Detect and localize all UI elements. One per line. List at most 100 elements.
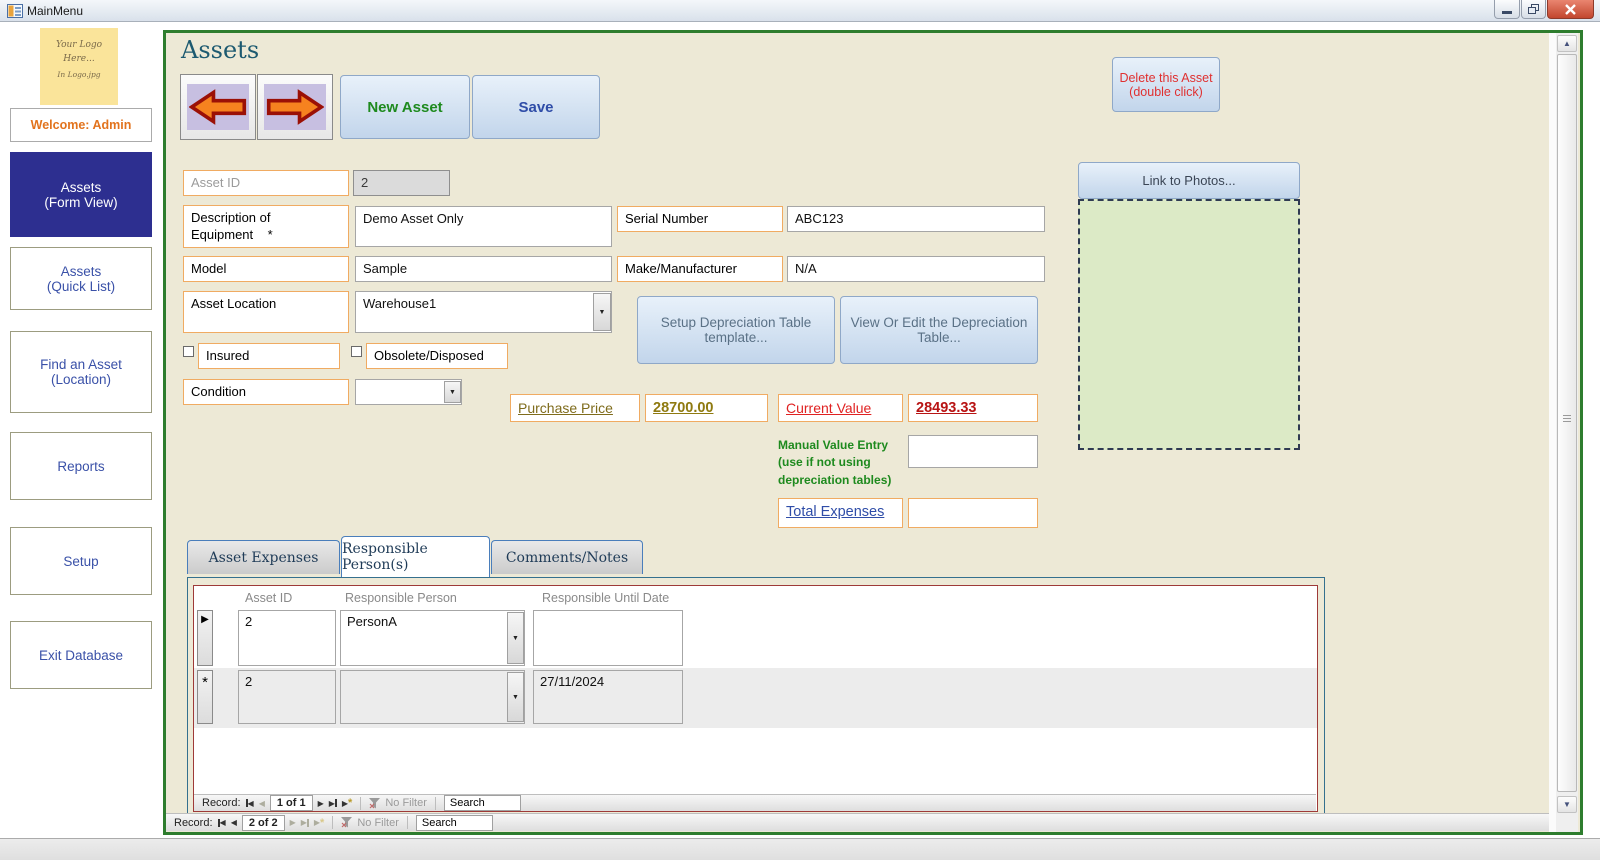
table-row2-asset-id[interactable]: 2 <box>238 670 336 724</box>
close-button[interactable] <box>1547 0 1594 19</box>
welcome-banner: Welcome: Admin <box>10 108 152 142</box>
asset-location-dropdown-button[interactable]: ▼ <box>593 293 611 331</box>
delete-asset-button[interactable]: Delete this Asset (double click) <box>1112 57 1220 112</box>
condition-label: Condition <box>183 379 349 405</box>
model-label: Model <box>183 256 349 282</box>
access-form-icon <box>7 4 23 18</box>
chevron-down-icon: ▼ <box>512 693 519 701</box>
manual-value-note: Manual Value Entry (use if not using dep… <box>778 438 892 487</box>
divider <box>434 796 436 810</box>
sidebar-item-assets-quick-list[interactable]: Assets (Quick List) <box>10 247 152 310</box>
manual-value-field[interactable] <box>908 435 1038 468</box>
next-record-nav-button[interactable]: ▶ <box>318 799 324 808</box>
tab-asset-expenses[interactable]: Asset Expenses <box>187 540 340 574</box>
chevron-down-icon: ▼ <box>512 634 519 642</box>
obsolete-checkbox[interactable] <box>351 346 362 357</box>
scroll-down-button[interactable]: ▼ <box>1557 796 1577 813</box>
row1-person-dropdown-button[interactable]: ▼ <box>507 612 524 664</box>
purchase-price-label: Purchase Price <box>510 394 640 422</box>
table-row2-person-combo[interactable] <box>340 670 525 724</box>
next-record-button[interactable] <box>257 74 333 140</box>
row-selector-current[interactable]: ▶ <box>197 610 213 666</box>
sidebar-item-reports[interactable]: Reports <box>10 432 152 500</box>
save-button[interactable]: Save <box>472 75 600 139</box>
setup-depreciation-button[interactable]: Setup Depreciation Table template... <box>637 296 835 364</box>
chevron-down-icon: ▼ <box>449 388 456 396</box>
divider <box>332 816 334 829</box>
logo-line2: Here... <box>63 54 95 64</box>
restore-button[interactable] <box>1521 0 1546 19</box>
new-record-button[interactable]: ▶ * <box>314 817 324 829</box>
scrollbar-thumb[interactable] <box>1557 54 1577 792</box>
total-expenses-label: Total Expenses <box>778 498 903 528</box>
previous-record-nav-button[interactable]: ◀ <box>231 818 237 827</box>
sidebar-item-setup[interactable]: Setup <box>10 527 152 595</box>
total-expenses-field[interactable] <box>908 498 1038 528</box>
table-row1-person-combo[interactable]: PersonA <box>340 610 525 666</box>
restore-icon <box>1528 4 1539 14</box>
sidebar-item-exit-database[interactable]: Exit Database <box>10 621 152 689</box>
scroll-up-button[interactable]: ▲ <box>1557 35 1577 52</box>
record-label: Record: <box>202 797 241 809</box>
current-record-icon: ▶ <box>201 614 209 625</box>
purchase-price-field[interactable]: 28700.00 <box>645 394 768 422</box>
table-row1-until-date[interactable] <box>533 610 683 666</box>
divider <box>406 816 408 829</box>
first-record-button[interactable]: ◀ <box>217 818 226 827</box>
purchase-price-label-text: Purchase Price <box>518 400 613 416</box>
link-to-photos-button[interactable]: Link to Photos... <box>1078 162 1300 199</box>
subform-search-input[interactable]: Search <box>443 795 521 811</box>
previous-arrow-icon <box>187 84 249 130</box>
minimize-button[interactable] <box>1494 0 1520 19</box>
close-icon <box>1565 3 1576 15</box>
table-row2-until-date[interactable]: 27/11/2024 <box>533 670 683 724</box>
new-asset-button[interactable]: New Asset <box>340 75 470 139</box>
row-selector-new[interactable]: * <box>197 670 213 724</box>
divider <box>360 796 362 810</box>
record-position[interactable]: 2 of 2 <box>241 814 285 831</box>
view-depreciation-button[interactable]: View Or Edit the Depreciation Table... <box>840 296 1038 364</box>
no-filter-label[interactable]: No Filter <box>385 797 427 809</box>
window-title: MainMenu <box>27 4 84 18</box>
first-record-button[interactable]: ◀ <box>245 799 254 808</box>
tab-responsible-persons[interactable]: Responsible Person(s) <box>341 536 490 577</box>
previous-record-nav-button[interactable]: ◀ <box>259 799 265 808</box>
serial-number-label: Serial Number <box>617 206 783 232</box>
description-label: Description of Equipment * <box>183 205 349 248</box>
table-row1-asset-id[interactable]: 2 <box>238 610 336 666</box>
record-label: Record: <box>174 816 213 829</box>
insured-checkbox[interactable] <box>183 346 194 357</box>
logo-line1: Your Logo <box>55 40 103 50</box>
last-record-button[interactable]: ▶ <box>329 799 337 808</box>
new-record-button[interactable]: ▶ * <box>342 797 352 809</box>
previous-record-button[interactable] <box>180 74 256 140</box>
logo-placeholder: Your Logo Here... In Logo.jpg <box>40 28 118 105</box>
last-record-button[interactable]: ▶ <box>301 818 309 827</box>
sidebar-item-assets-form-view[interactable]: Assets (Form View) <box>10 152 152 237</box>
next-record-nav-button[interactable]: ▶ <box>290 818 296 827</box>
make-manufacturer-label: Make/Manufacturer <box>617 256 783 282</box>
asset-location-combo[interactable]: Warehouse1 <box>355 291 612 333</box>
condition-dropdown-button[interactable]: ▼ <box>444 381 461 403</box>
sidebar-item-find-an-asset[interactable]: Find an Asset (Location) <box>10 331 152 413</box>
current-value-field[interactable]: 28493.33 <box>908 394 1038 422</box>
subform-record-nav: Record: ◀ ◀ 1 of 1 ▶ ▶ ▶ * No Filter Sear… <box>194 794 1316 811</box>
total-expenses-label-text: Total Expenses <box>786 504 885 520</box>
row2-person-dropdown-button[interactable]: ▼ <box>507 672 524 722</box>
current-value-label: Current Value <box>778 394 903 422</box>
make-manufacturer-field[interactable]: N/A <box>787 256 1045 282</box>
photo-drop-area[interactable] <box>1078 199 1300 450</box>
filter-icon <box>369 797 381 808</box>
serial-number-field[interactable]: ABC123 <box>787 206 1045 232</box>
main-search-input[interactable]: Search <box>415 814 493 831</box>
record-position[interactable]: 1 of 1 <box>269 795 313 811</box>
next-arrow-icon <box>264 84 326 130</box>
chevron-down-icon: ▼ <box>598 308 606 316</box>
no-filter-label[interactable]: No Filter <box>357 817 399 829</box>
tab-comments-notes[interactable]: Comments/Notes <box>491 540 643 574</box>
logo-line3: In Logo.jpg <box>57 70 101 79</box>
model-field[interactable]: Sample <box>355 256 612 282</box>
description-field[interactable]: Demo Asset Only <box>355 206 612 247</box>
filter-icon <box>341 817 353 828</box>
obsolete-label: Obsolete/Disposed <box>366 343 508 369</box>
